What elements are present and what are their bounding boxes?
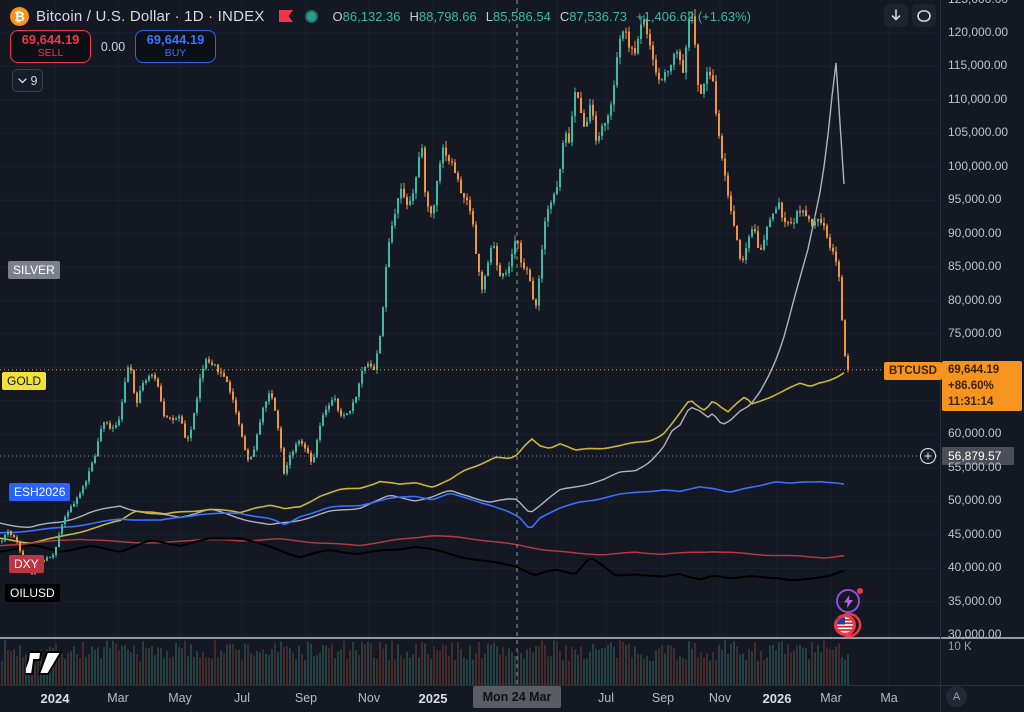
price-axis-label: 35,000.00 xyxy=(948,594,1001,608)
time-axis-tick: 2025 xyxy=(419,691,448,706)
sell-button[interactable]: 69,644.19 SELL xyxy=(10,30,91,63)
series-line-gold xyxy=(0,373,844,543)
price-axis-label: 55,000.00 xyxy=(948,460,1001,474)
time-axis-tick: 2024 xyxy=(41,691,70,706)
gridlines xyxy=(0,0,940,685)
btc-change-pct: +86.60% xyxy=(948,378,1022,394)
chart-canvas[interactable] xyxy=(0,0,1024,712)
price-axis-label: 40,000.00 xyxy=(948,560,1001,574)
spread-value: 0.00 xyxy=(97,40,129,54)
time-axis-tick: Mar xyxy=(107,691,129,705)
overlay-label-dxy[interactable]: DXY xyxy=(9,555,44,573)
btcusd-symbol-tag[interactable]: BTCUSD xyxy=(884,362,942,380)
change-value: +1,406.62 (+1.63%) xyxy=(636,9,751,24)
circle-outline-icon xyxy=(917,10,931,22)
btc-bar-countdown: 11:31:14 xyxy=(948,394,1022,410)
series-line-oilusd xyxy=(0,538,844,580)
price-axis-label: 100,000.00 xyxy=(948,159,1008,173)
volume-bars xyxy=(1,640,849,685)
price-axis-label: 45,000.00 xyxy=(948,527,1001,541)
time-axis[interactable]: Ma Mar 2026 Nov Sep Jul 2025 Nov Sep Jul May Mar 202… xyxy=(0,685,1024,712)
low-value: 85,586.54 xyxy=(493,9,551,24)
shape-tool-button[interactable] xyxy=(912,4,936,27)
time-axis-tick: Ma xyxy=(880,691,897,705)
overlay-label-esh2026[interactable]: ESH2026 xyxy=(9,483,70,501)
time-axis-tick: Nov xyxy=(358,691,380,705)
price-axis-label: 95,000.00 xyxy=(948,192,1001,206)
btc-last-price: 69,644.19 xyxy=(948,362,1022,378)
bitcoin-icon: ₿ xyxy=(10,7,29,26)
market-status-dot[interactable] xyxy=(305,10,318,23)
price-axis[interactable]: 69,644.19 +86.60% 11:31:14 56,879.57 10 … xyxy=(940,0,1024,712)
overlay-label-gold[interactable]: GOLD xyxy=(2,372,46,390)
price-axis-label: 80,000.00 xyxy=(948,293,1001,307)
price-axis-label: 125,000.00 xyxy=(948,0,1008,6)
buy-button[interactable]: 69,644.19 BUY xyxy=(135,30,216,63)
ohlc-readout: O86,132.36 H88,798.66 L85,586.54 C87,536… xyxy=(333,9,751,24)
price-axis-label: 85,000.00 xyxy=(948,259,1001,273)
tradingview-chart-app: ₿ Bitcoin / U.S. Dollar · 1D · INDEX O86… xyxy=(0,0,1024,712)
candle-count-button[interactable]: 9 xyxy=(12,69,43,92)
us-flag-badge[interactable] xyxy=(832,611,862,639)
crosshair-date-tag: Mon 24 Mar '25 xyxy=(473,686,561,708)
scroll-to-recent-button[interactable] xyxy=(884,4,908,27)
series-line-silver xyxy=(0,63,844,527)
time-axis-tick: May xyxy=(168,691,192,705)
time-axis-tick: Sep xyxy=(295,691,317,705)
volume-scale-label: 10 K xyxy=(948,641,972,653)
close-value: 87,536.73 xyxy=(569,9,627,24)
flag-icon[interactable] xyxy=(278,9,294,24)
series-line-esh2026 xyxy=(0,482,844,533)
price-axis-label: 50,000.00 xyxy=(948,493,1001,507)
time-axis-tick: Jul xyxy=(598,691,614,705)
crosshair-plus-icon[interactable] xyxy=(921,449,936,464)
price-axis-label: 75,000.00 xyxy=(948,326,1001,340)
price-axis-label: 110,000.00 xyxy=(948,92,1007,106)
time-axis-tick: 2026 xyxy=(763,691,792,706)
price-axis-label: 60,000.00 xyxy=(948,426,1001,440)
notification-dot xyxy=(857,588,863,594)
time-axis-tick: Jul xyxy=(234,691,250,705)
price-axis-label: 115,000.00 xyxy=(948,58,1007,72)
price-axis-label: 30,000.00 xyxy=(948,627,1001,641)
tradingview-logo[interactable] xyxy=(26,646,66,683)
time-axis-tick: Mar xyxy=(820,691,842,705)
overlay-label-oilusd[interactable]: OILUSD xyxy=(5,584,60,602)
symbol-header: ₿ Bitcoin / U.S. Dollar · 1D · INDEX O86… xyxy=(10,5,751,27)
chevron-down-icon xyxy=(18,78,27,84)
arrow-down-icon xyxy=(890,9,902,22)
trade-panel: 69,644.19 SELL 0.00 69,644.19 BUY xyxy=(10,30,216,63)
time-axis-tick: Sep xyxy=(652,691,674,705)
overlay-label-silver[interactable]: SILVER xyxy=(8,261,60,279)
btcusd-price-tag: 69,644.19 +86.60% 11:31:14 xyxy=(942,361,1022,411)
symbol-title[interactable]: Bitcoin / U.S. Dollar · 1D · INDEX xyxy=(36,8,265,25)
time-axis-tick: Nov xyxy=(709,691,731,705)
price-axis-label: 90,000.00 xyxy=(948,226,1001,240)
spark-icon[interactable] xyxy=(836,589,860,613)
price-axis-label: 105,000.00 xyxy=(948,125,1008,139)
high-value: 88,798.66 xyxy=(419,9,477,24)
price-axis-label: 120,000.00 xyxy=(948,25,1008,39)
lightning-bolt-icon xyxy=(843,595,854,608)
open-value: 86,132.36 xyxy=(343,9,401,24)
